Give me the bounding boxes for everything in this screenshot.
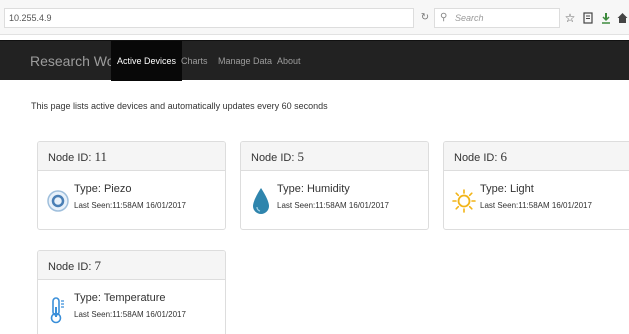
device-card: Node ID: 5 Type: Humidity Last Seen:11:5… xyxy=(240,141,429,230)
nav-charts[interactable]: Charts xyxy=(175,41,214,81)
node-id-label: Node ID: xyxy=(48,261,92,273)
browser-search-input[interactable]: ⚲ Search xyxy=(434,8,560,28)
node-id-value: 6 xyxy=(500,149,507,164)
piezo-icon xyxy=(46,186,70,216)
device-last-seen: Last Seen:11:58AM 16/01/2017 xyxy=(480,201,592,210)
device-last-seen: Last Seen:11:58AM 16/01/2017 xyxy=(74,201,186,210)
device-type: Type: Light xyxy=(480,183,534,195)
nav-about[interactable]: About xyxy=(271,41,307,81)
device-type: Type: Humidity xyxy=(277,183,350,195)
nav-active-devices[interactable]: Active Devices xyxy=(111,41,183,81)
node-id-value: 11 xyxy=(94,149,108,164)
device-card: Node ID: 6 Type: Light Last Seen:11:58AM… xyxy=(443,141,629,230)
node-id-label: Node ID: xyxy=(48,152,92,164)
node-id-label: Node ID: xyxy=(251,152,295,164)
download-icon[interactable] xyxy=(598,8,614,28)
url-bar[interactable]: 10.255.4.9 xyxy=(4,8,414,28)
reading-list-icon[interactable] xyxy=(580,8,596,28)
navbar: Research Work Active Devices Charts Mana… xyxy=(0,40,629,81)
reload-icon[interactable]: ↻ xyxy=(418,8,432,28)
page-description: This page lists active devices and autom… xyxy=(31,101,328,111)
node-id-value: 5 xyxy=(297,149,304,164)
sun-icon xyxy=(452,186,476,216)
card-body: Type: Humidity Last Seen:11:58AM 16/01/2… xyxy=(241,171,428,229)
browser-toolbar: 10.255.4.9 ↻ ⚲ Search ☆ xyxy=(0,0,629,35)
thermometer-icon xyxy=(46,295,70,325)
home-icon[interactable] xyxy=(614,8,629,28)
card-header: Node ID: 7 xyxy=(38,251,225,280)
device-card: Node ID: 7 Type: Temperature Last Seen:1… xyxy=(37,250,226,334)
star-icon[interactable]: ☆ xyxy=(562,8,578,28)
card-header: Node ID: 5 xyxy=(241,142,428,171)
card-body: Type: Light Last Seen:11:58AM 16/01/2017 xyxy=(444,171,629,229)
water-drop-icon xyxy=(249,186,273,216)
device-last-seen: Last Seen:11:58AM 16/01/2017 xyxy=(74,310,186,319)
search-icon: ⚲ xyxy=(440,12,448,23)
device-card: Node ID: 11 Type: Piezo Last Seen:11:58A… xyxy=(37,141,226,230)
card-body: Type: Piezo Last Seen:11:58AM 16/01/2017 xyxy=(38,171,225,229)
node-id-label: Node ID: xyxy=(454,152,498,164)
card-header: Node ID: 11 xyxy=(38,142,225,171)
device-type: Type: Temperature xyxy=(74,292,166,304)
node-id-value: 7 xyxy=(94,258,101,273)
search-placeholder: Search xyxy=(455,13,484,23)
device-last-seen: Last Seen:11:58AM 16/01/2017 xyxy=(277,201,389,210)
card-header: Node ID: 6 xyxy=(444,142,629,171)
card-body: Type: Temperature Last Seen:11:58AM 16/0… xyxy=(38,280,225,334)
nav-manage-data[interactable]: Manage Data xyxy=(212,41,278,81)
device-type: Type: Piezo xyxy=(74,183,132,195)
